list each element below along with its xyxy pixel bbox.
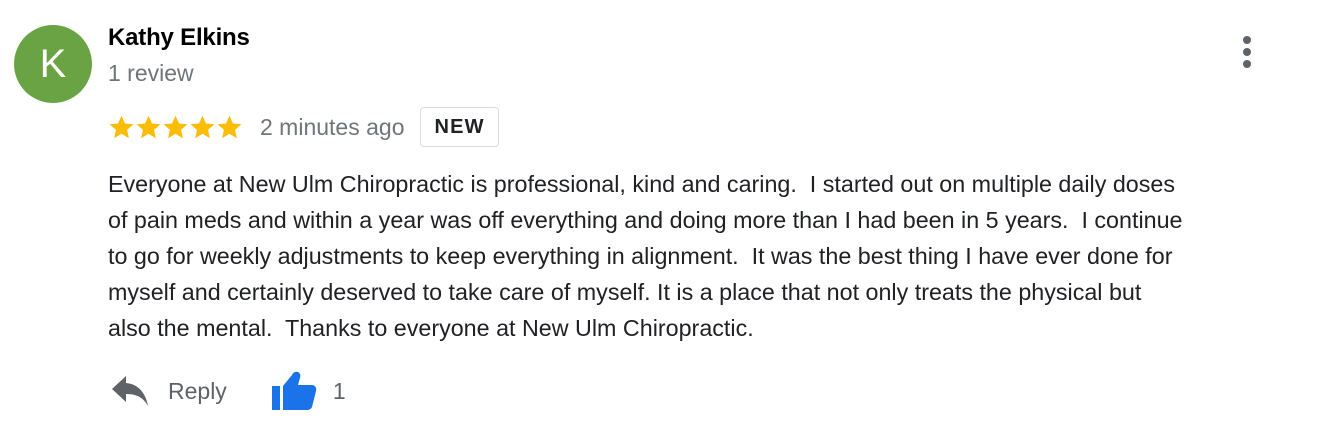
like-count: 1 (332, 377, 346, 404)
thumbs-up-icon (271, 371, 317, 410)
rating-row: 2 minutes ago NEW (108, 106, 499, 148)
review-card: K Kathy Elkins 1 review 2 minutes ago NE… (0, 0, 1336, 442)
reply-label: Reply (168, 377, 227, 404)
star-icon (217, 115, 242, 138)
star-rating (108, 106, 243, 148)
reply-button[interactable]: Reply (110, 374, 227, 408)
star-icon (190, 115, 215, 138)
review-actions: Reply 1 (110, 368, 346, 414)
review-time: 2 minutes ago (260, 113, 405, 140)
avatar-initial: K (39, 42, 67, 86)
like-button[interactable]: 1 (271, 370, 346, 412)
review-text: Everyone at New Ulm Chiropractic is prof… (108, 166, 1308, 346)
reviewer-name[interactable]: Kathy Elkins (108, 24, 250, 52)
star-icon (163, 115, 188, 138)
more-vertical-icon (1243, 36, 1251, 68)
review-text-line: of pain meds and within a year was off e… (108, 207, 1183, 233)
more-options-button[interactable] (1232, 32, 1262, 72)
new-badge: NEW (420, 107, 499, 147)
avatar[interactable]: K (14, 25, 92, 103)
review-text-line: to go for weekly adjustments to keep eve… (108, 243, 1173, 269)
star-icon (136, 115, 161, 138)
review-text-line: also the mental. Thanks to everyone at N… (108, 315, 754, 341)
review-count: 1 review (108, 60, 194, 86)
review-text-line: myself and certainly deserved to take ca… (108, 279, 1142, 305)
reply-arrow-icon (112, 376, 148, 406)
star-icon (109, 115, 134, 138)
review-text-line: Everyone at New Ulm Chiropractic is prof… (108, 171, 1175, 197)
